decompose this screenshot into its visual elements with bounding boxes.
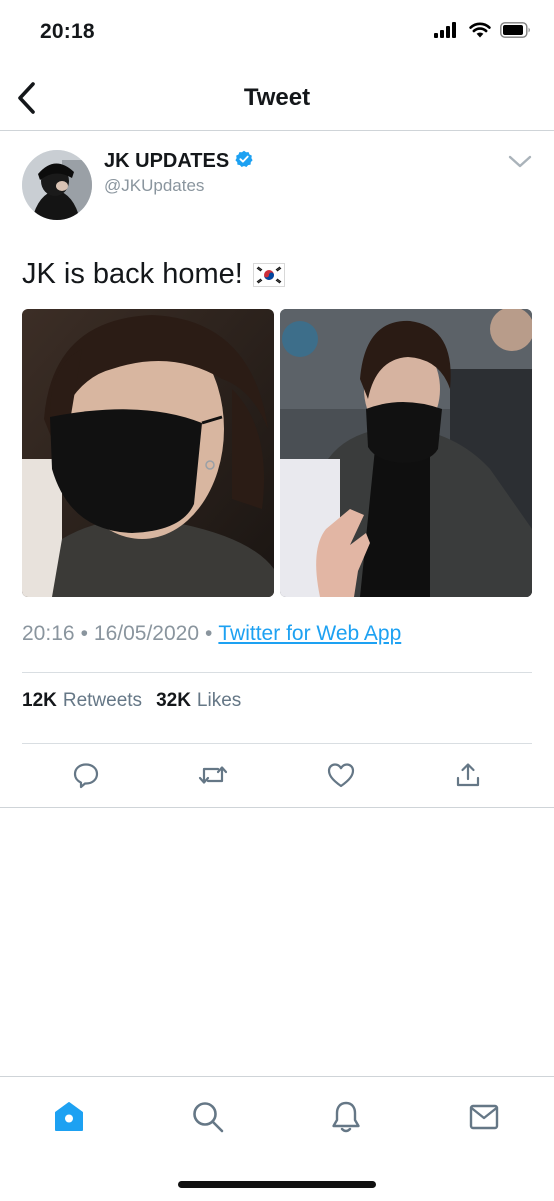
status-bar: 20:18 <box>0 0 554 66</box>
nav-bar: Tweet <box>0 66 554 131</box>
avatar[interactable] <box>22 150 92 220</box>
meta-separator: • <box>205 622 213 645</box>
retweets-count[interactable]: 12K <box>22 690 57 712</box>
media-grid <box>22 309 532 597</box>
retweet-icon <box>199 766 228 784</box>
share-button[interactable] <box>448 755 488 795</box>
wifi-icon <box>469 22 491 43</box>
tweet-text: JK is back home! <box>22 258 285 291</box>
like-icon <box>327 763 354 788</box>
status-time: 20:18 <box>40 20 95 43</box>
likes-count[interactable]: 32K <box>156 690 191 712</box>
display-name[interactable]: JK UPDATES <box>104 150 229 173</box>
verified-badge-icon <box>235 150 253 173</box>
status-icons <box>434 22 532 43</box>
south-korea-flag-icon <box>252 262 285 287</box>
display-name-row[interactable]: JK UPDATES <box>104 150 253 173</box>
tweet-meta: 20:16 • 16/05/2020 • Twitter for Web App <box>22 622 401 646</box>
tab-messages[interactable] <box>462 1095 506 1139</box>
reply-button[interactable] <box>66 755 106 795</box>
tweet-body: JK is back home! <box>22 258 243 290</box>
tweet-photo-2[interactable] <box>280 309 532 597</box>
search-icon <box>193 1102 224 1133</box>
chevron-down-icon <box>508 155 532 168</box>
page-title: Tweet <box>243 84 311 111</box>
tweet-stats: 12K Retweets 32K Likes <box>22 690 249 712</box>
tweet-date: 16/05/2020 <box>93 622 200 645</box>
tweet-photo-1[interactable] <box>22 309 274 597</box>
user-handle[interactable]: @JKUpdates <box>104 176 204 196</box>
share-icon <box>457 763 480 787</box>
battery-icon <box>500 22 532 43</box>
notifications-icon <box>332 1101 360 1133</box>
tab-search[interactable] <box>186 1095 230 1139</box>
divider <box>0 807 554 808</box>
reply-icon <box>73 763 98 789</box>
home-icon <box>55 1102 83 1131</box>
likes-label[interactable]: Likes <box>197 690 241 712</box>
tab-notifications[interactable] <box>324 1095 368 1139</box>
messages-icon <box>469 1104 499 1130</box>
tweet-actions <box>22 744 532 806</box>
signal-icon <box>434 22 460 43</box>
tweet-source-link[interactable]: Twitter for Web App <box>218 622 401 646</box>
meta-separator: • <box>80 622 88 645</box>
tab-home[interactable] <box>47 1095 91 1139</box>
like-button[interactable] <box>321 755 361 795</box>
divider <box>22 672 532 673</box>
retweets-label[interactable]: Retweets <box>63 690 142 712</box>
retweet-button[interactable] <box>193 755 233 795</box>
tweet-options-button[interactable] <box>506 150 534 174</box>
home-indicator[interactable] <box>178 1181 376 1188</box>
tweet-time: 20:16 <box>22 622 75 645</box>
